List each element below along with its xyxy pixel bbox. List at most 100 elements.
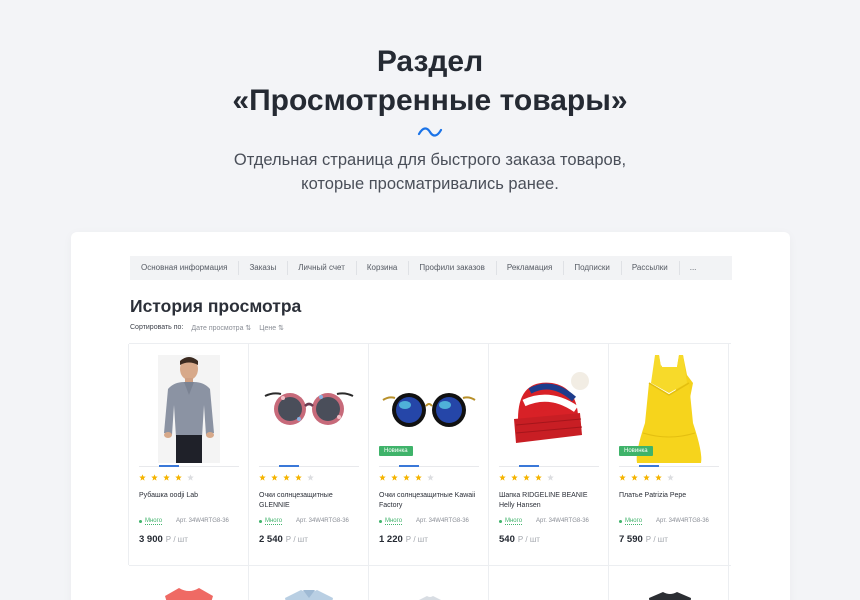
product-card[interactable] <box>368 566 489 600</box>
product-sku: Арт. 34W4RTG8-36 <box>296 518 349 524</box>
product-card[interactable] <box>129 566 249 600</box>
star-filled-icon <box>163 474 170 481</box>
new-badge: Новинка <box>379 446 413 456</box>
sunglasses-round-icon <box>382 393 476 427</box>
hero-title-line2: «Просмотренные товары» <box>232 84 628 117</box>
sort-label: Сортировать по: <box>130 324 184 331</box>
product-image[interactable]: AIL H <box>499 352 599 466</box>
hero-subtitle-line1: Отдельная страница для быстрого заказа т… <box>233 151 627 169</box>
product-price: 2 540 Р / шт <box>259 534 308 545</box>
screenshot-card: Основная информация Заказы Личный счет К… <box>71 232 790 600</box>
star-filled-icon <box>379 474 386 481</box>
product-price: 3 900 Р / шт <box>139 534 188 545</box>
product-image[interactable] <box>139 352 239 466</box>
tshirt-red-icon <box>165 588 213 600</box>
star-empty-icon <box>427 474 434 481</box>
product-card[interactable]: AIL H Шапка RIDGELINE BEANIE Helly Hanse… <box>488 344 609 565</box>
product-sku: Арт. 34W4RTG8-36 <box>656 518 709 524</box>
star-filled-icon <box>631 474 638 481</box>
hero-title: Раздел «Просмотренные товары» <box>0 42 860 120</box>
rating-stars <box>619 474 674 481</box>
star-filled-icon <box>655 474 662 481</box>
product-name[interactable]: Рубашка oodji Lab <box>139 491 244 501</box>
tab-cart[interactable]: Корзина <box>355 256 408 280</box>
star-filled-icon <box>403 474 410 481</box>
star-filled-icon <box>271 474 278 481</box>
hero: Раздел «Просмотренные товары» Отдельная … <box>0 42 860 196</box>
page-title: История просмотра <box>130 296 302 316</box>
tab-claims[interactable]: Рекламация <box>495 256 563 280</box>
star-filled-icon <box>415 474 422 481</box>
image-slider-indicator[interactable] <box>499 465 599 467</box>
image-slider-indicator[interactable] <box>259 465 359 467</box>
shirt-blue-icon <box>285 590 333 600</box>
product-card[interactable]: Очки солнцезащитные GLENNIE Много Арт. 3… <box>248 344 369 565</box>
star-empty-icon <box>187 474 194 481</box>
availability: Много <box>619 518 643 525</box>
image-slider-indicator[interactable] <box>619 465 719 467</box>
product-grid-row-2 <box>129 565 731 600</box>
shirt-man-icon <box>158 355 220 463</box>
product-grid: Рубашка oodji Lab Много Арт. 34W4RTG8-36… <box>128 343 731 565</box>
image-slider-indicator[interactable] <box>139 465 239 467</box>
rating-stars <box>259 474 314 481</box>
availability: Много <box>499 518 523 525</box>
sunglasses-floral-icon <box>264 392 354 425</box>
hero-subtitle: Отдельная страница для быстрого заказа т… <box>0 148 860 196</box>
product-price: 7 590 Р / шт <box>619 534 668 545</box>
tab-subscriptions[interactable]: Подписки <box>563 256 620 280</box>
hero-subtitle-line2: которые просматривались ранее. <box>301 175 559 193</box>
availability: Много <box>139 518 163 525</box>
product-sku: Арт. 34W4RTG8-36 <box>416 518 469 524</box>
star-empty-icon <box>667 474 674 481</box>
tab-more[interactable]: ... <box>678 256 708 280</box>
account-tabs: Основная информация Заказы Личный счет К… <box>130 256 732 280</box>
tab-orders[interactable]: Заказы <box>238 256 287 280</box>
product-card[interactable]: Новинка Платье Patrizia Pepe Много Арт. … <box>608 344 729 565</box>
tab-mailings[interactable]: Рассылки <box>620 256 679 280</box>
rating-stars <box>139 474 194 481</box>
star-filled-icon <box>283 474 290 481</box>
product-name[interactable]: Очки солнцезащитные GLENNIE <box>259 491 364 511</box>
star-filled-icon <box>151 474 158 481</box>
star-filled-icon <box>295 474 302 481</box>
hero-title-line1: Раздел <box>376 45 484 78</box>
product-card[interactable] <box>608 566 729 600</box>
product-card[interactable]: Рубашка oodji Lab Много Арт. 34W4RTG8-36… <box>128 344 249 565</box>
product-name[interactable]: Очки солнцезащитные Kawaii Factory <box>379 491 484 511</box>
tilde-icon <box>417 127 443 137</box>
product-image[interactable] <box>259 352 359 466</box>
tab-main-info[interactable]: Основная информация <box>130 256 238 280</box>
star-filled-icon <box>643 474 650 481</box>
shirt-grey-icon <box>419 596 441 600</box>
new-badge: Новинка <box>619 446 653 456</box>
star-filled-icon <box>523 474 530 481</box>
product-card[interactable] <box>248 566 369 600</box>
star-filled-icon <box>499 474 506 481</box>
jacket-dark-icon <box>649 592 691 600</box>
star-empty-icon <box>547 474 554 481</box>
rating-stars <box>379 474 434 481</box>
star-filled-icon <box>139 474 146 481</box>
tab-order-profiles[interactable]: Профили заказов <box>408 256 496 280</box>
beanie-icon: AIL H <box>514 372 589 443</box>
availability: Много <box>259 518 283 525</box>
image-slider-indicator[interactable] <box>379 465 479 467</box>
product-sku: Арт. 34W4RTG8-36 <box>536 518 589 524</box>
product-name[interactable]: Платье Patrizia Pepe <box>619 491 724 501</box>
product-card[interactable] <box>488 566 609 600</box>
availability: Много <box>379 518 403 525</box>
product-card[interactable]: Новинка Очки солнцезащитные Kawaii Facto… <box>368 344 489 565</box>
star-filled-icon <box>175 474 182 481</box>
star-empty-icon <box>307 474 314 481</box>
sort-by-date[interactable]: Дате просмотра ⇅ <box>191 324 251 332</box>
star-filled-icon <box>619 474 626 481</box>
product-name[interactable]: Шапка RIDGELINE BEANIE Helly Hansen <box>499 491 604 511</box>
rating-stars <box>499 474 554 481</box>
sort-by-price[interactable]: Цене ⇅ <box>259 324 284 332</box>
product-price: 1 220 Р / шт <box>379 534 428 545</box>
star-filled-icon <box>511 474 518 481</box>
tab-account[interactable]: Личный счет <box>287 256 356 280</box>
product-price: 540 Р / шт <box>499 534 540 545</box>
product-sku: Арт. 34W4RTG8-36 <box>176 518 229 524</box>
